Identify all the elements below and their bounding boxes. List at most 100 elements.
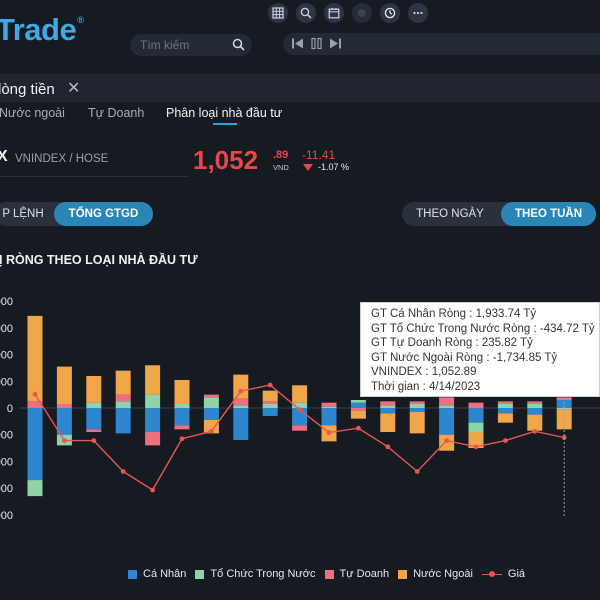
pause-icon[interactable] [310, 37, 323, 50]
divider [0, 176, 188, 177]
bar-cá-nhân [233, 408, 249, 441]
skip-forward-icon[interactable] [329, 37, 342, 50]
tooltip-ca-nhan: GT Cá Nhân Ròng : 1,933.74 Tỷ [371, 308, 537, 320]
price-point [326, 430, 332, 435]
bar-cá-nhân [115, 408, 131, 434]
price-point [179, 436, 185, 442]
bar-tự-doanh [380, 401, 396, 406]
legend-tu-doanh[interactable]: Tự Doanh [324, 568, 389, 580]
search-input[interactable] [140, 37, 230, 53]
table-icon[interactable] [268, 3, 288, 23]
tooltip-vnindex: VNINDEX : 1,052.89 [371, 366, 477, 379]
bar-cá-nhân [497, 408, 513, 414]
bar-tự-doanh [321, 402, 337, 407]
bar-cá-nhân [350, 402, 366, 408]
bar-nước-ngoài [56, 366, 72, 404]
y-tick-label: 000 [0, 323, 13, 335]
search-chart-icon[interactable] [296, 3, 316, 23]
toggle-total-value[interactable]: TỔNG GTGD [54, 202, 153, 226]
bar-tổ-chức-trong-nước [321, 406, 337, 408]
price-point [120, 469, 126, 474]
bar-cá-nhân [527, 408, 543, 415]
price-point [414, 469, 420, 474]
legend-gia[interactable]: Giá [481, 568, 525, 580]
bar-cá-nhân [380, 408, 396, 414]
tooltip-time: Thời gian : 4/14/2023 [371, 380, 481, 393]
legend-ca-nhan[interactable]: Cá Nhân [128, 568, 186, 580]
bar-cá-nhân [409, 408, 425, 413]
tooltip-nuoc-ngoai: GT Nước Ngoài Ròng : -1,734.85 Tỷ [371, 351, 558, 364]
more-icon[interactable] [408, 3, 428, 23]
bar-cá-nhân [145, 408, 161, 433]
bar-nước-ngoài [115, 370, 131, 395]
price-point [209, 428, 214, 434]
bar-nước-ngoài [145, 365, 161, 395]
bar-nước-ngoài [350, 410, 366, 419]
toggle-weekly[interactable]: THEO TUẦN [501, 202, 596, 226]
bar-tổ-chức-trong-nước [174, 403, 190, 408]
index-change: -11.41 [302, 148, 336, 162]
app-logo[interactable]: Trade® [0, 12, 84, 48]
price-point [473, 444, 479, 450]
bar-cá-nhân [203, 408, 219, 421]
panel-header: lòng tiền ✕ [0, 74, 600, 102]
index-code[interactable]: X [0, 148, 8, 166]
close-icon[interactable]: ✕ [67, 78, 80, 98]
price-point [385, 444, 391, 450]
bar-tự-doanh [292, 425, 308, 431]
bar-tự-doanh [174, 425, 190, 430]
bar-nước-ngoài [292, 385, 308, 403]
bar-cá-nhân [468, 408, 484, 423]
bar-tự-doanh [233, 398, 249, 406]
toggle-daily[interactable]: THEO NGÀY [402, 202, 498, 226]
active-tab-indicator [213, 123, 237, 125]
y-tick-label: 0 [7, 403, 13, 415]
legend-to-chuc[interactable]: Tổ Chức Trong Nước [195, 568, 316, 580]
bar-cá-nhân [321, 408, 337, 426]
legend-nuoc-ngoai[interactable]: Nước Ngoài [398, 568, 473, 580]
bar-tự-doanh [527, 401, 543, 404]
bar-cá-nhân [262, 408, 278, 417]
bar-tự-doanh [497, 401, 513, 404]
bar-cá-nhân [56, 408, 72, 435]
tab-foreign[interactable]: Nước ngoài [0, 106, 65, 120]
bar-nước-ngoài [497, 413, 513, 423]
bar-tự-doanh [203, 394, 219, 398]
search-icon[interactable] [232, 38, 245, 51]
price-point [62, 438, 67, 443]
toolbar-icons [268, 3, 428, 23]
bar-tự-doanh [145, 432, 161, 446]
coin-icon[interactable] [352, 3, 372, 23]
calendar-icon[interactable] [324, 3, 344, 23]
top-bar: Trade® [0, 0, 600, 70]
bar-tổ-chức-trong-nước [350, 399, 366, 403]
tab-investor-type[interactable]: Phân loại nhà đầu tư [166, 106, 282, 120]
clock-icon[interactable] [380, 3, 400, 23]
chart-legend: Cá Nhân Tổ Chức Trong Nước Tự Doanh Nước… [128, 568, 534, 580]
bar-nước-ngoài [86, 375, 102, 403]
tooltip-tu-doanh: GT Tự Doanh Ròng : 235.82 Tỷ [371, 337, 533, 350]
bar-tổ-chức-trong-nước [380, 405, 396, 408]
bar-tổ-chức-trong-nước [439, 405, 455, 408]
index-change-percent: -1.07 % [318, 162, 350, 172]
bar-tự-doanh [86, 429, 102, 433]
tab-proprietary[interactable]: Tự Doanh [88, 106, 144, 120]
price-point [503, 438, 508, 443]
toggle-order-value[interactable]: P LỆNH [0, 202, 52, 226]
y-tick-label: 000 [0, 510, 13, 522]
price-point [32, 391, 38, 397]
bar-nước-ngoài [27, 315, 43, 402]
period-toggle: THEO NGÀY THEO TUẦN [402, 202, 596, 226]
y-tick-label: 000 [0, 483, 13, 495]
bar-tự-doanh [115, 394, 131, 402]
bar-tổ-chức-trong-nước [145, 394, 161, 408]
bar-tổ-chức-trong-nước [527, 403, 543, 408]
search-box [130, 34, 252, 56]
skip-back-icon[interactable] [291, 37, 304, 50]
bar-tổ-chức-trong-nước [497, 403, 513, 408]
bar-tổ-chức-trong-nước [468, 422, 484, 433]
y-tick-label: 000 [0, 456, 13, 468]
bar-cá-nhân [439, 408, 455, 435]
bar-tự-doanh [468, 402, 484, 408]
index-unit: VND [273, 163, 289, 172]
